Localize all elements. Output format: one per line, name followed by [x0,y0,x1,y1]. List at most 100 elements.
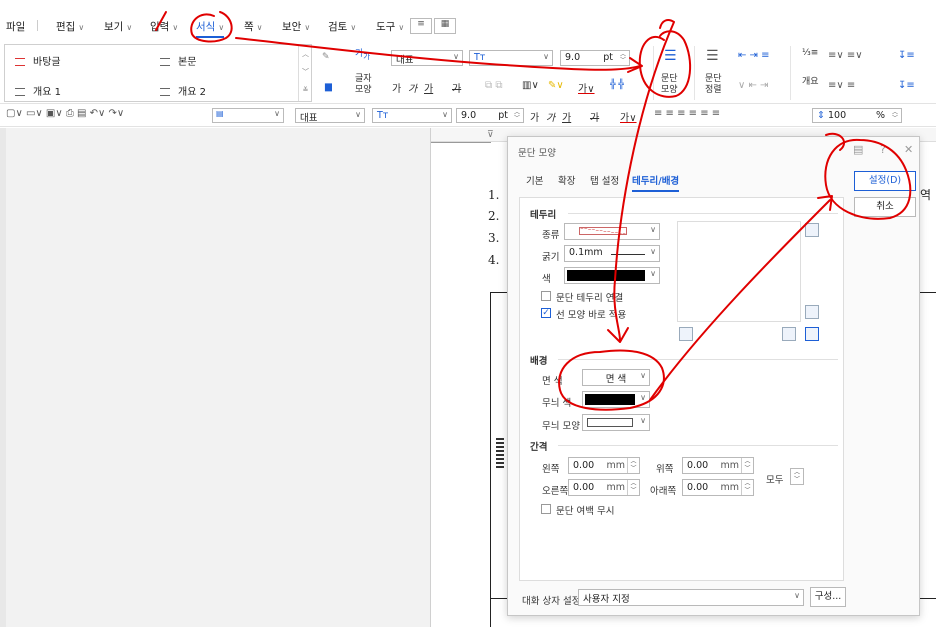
menu-page[interactable]: 쪽 ∨ [244,19,263,34]
menu-bar: 파일 편집 ∨ 보기 ∨ 입력 ∨ 서식 ∨ 쪽 ∨ 보안 ∨ 검토 ∨ 도구 ∨ ≡ ▦ [0,0,936,42]
indent-icons-2[interactable]: ∨ ⇤ ⇥ [738,80,768,91]
para-shape-icon[interactable]: ☰ [664,48,677,64]
top-spacing-input[interactable]: 0.00 mm ︿ ﹀ [682,457,754,474]
paragraph-shape-dialog: 문단 모양 ▤ ? ✕ 기본 확장 탭 설정 테두리/배경 설정(D) 취소 테… [507,136,920,616]
outline-char-icon[interactable]: ▥∨ [522,80,539,91]
outline-button[interactable]: 개요 [802,74,819,87]
toolbar-file-icons[interactable]: ▢∨ ▭∨ ▣∨ ⎙ ▤ ↶∨ ↷∨ [6,108,124,119]
tb-bold[interactable]: 가 [530,109,539,124]
style-item-base[interactable]: 바탕글 [15,53,61,68]
dialog-memo-icon[interactable]: ▤ [853,143,863,156]
top-label: 위쪽 [656,464,674,475]
indent-icons[interactable]: ⇤ ⇥ ≡ [738,50,770,61]
para-shape-button[interactable]: 문단 모양 [661,74,678,96]
tab-extend[interactable]: 확장 [558,173,575,187]
superscript-icon[interactable]: ⧉ ⧉ [485,80,502,91]
style-edit-icon[interactable]: ✎ [322,52,330,62]
all-spacing-spinner[interactable]: ︿ ﹀ [790,468,804,485]
style-item-outline1[interactable]: 개요 1 [15,83,61,98]
list-number-1: 1. [488,188,500,202]
pattern-shape-select[interactable]: ∨ [582,414,650,431]
dialog-help-icon[interactable]: ? [880,143,886,156]
width-label: 굵기 [542,252,560,263]
quick-format-icon[interactable]: ≡ [410,18,432,34]
para-align-icon[interactable]: ☰ [706,48,719,64]
menu-review[interactable]: 검토 ∨ [328,19,356,34]
style-gallery-scroll[interactable]: ︿ ﹀ ≚ [298,45,312,101]
font-size-input[interactable]: 9.0 pt ︿ ﹀ [560,50,630,66]
strike-button[interactable]: 가 [452,80,461,95]
menu-view[interactable]: 보기 ∨ [104,19,132,34]
menu-edit[interactable]: 편집 ∨ [56,19,84,34]
char-shape-small-icon[interactable]: 가가 [355,46,370,62]
dialog-setting-select[interactable]: 사용자 지정 ∨ [578,589,804,606]
bold-button[interactable]: 가 [392,80,401,95]
style-list-select[interactable]: ▤ ∨ [212,108,284,123]
tb-underline[interactable]: 가 [562,109,571,124]
font-name-select[interactable]: Tт ∨ [469,50,553,66]
tab-stop-icon-2[interactable]: ↧≡ [898,80,915,91]
border-all-toggle[interactable] [805,327,819,341]
right-spacing-input[interactable]: 0.00 mm ︿ ﹀ [568,479,640,496]
cancel-button[interactable]: 취소 [854,197,916,217]
menu-format[interactable]: 서식 ∨ [196,19,225,38]
dialog-close-icon[interactable]: ✕ [904,143,913,156]
face-color-select[interactable]: 면 색 ∨ [582,369,650,386]
apply-line-checkbox[interactable]: ✓ [541,308,551,318]
vertical-ruler [0,128,6,627]
bg-section-title: 배경 [530,356,548,367]
tb-align-icons[interactable]: ≡ ≡ ≡ ≡ ≡ ≡ [654,108,720,119]
menu-security[interactable]: 보안 ∨ [282,19,310,34]
apply-line-label: 선 모양 바로 적용 [556,310,627,321]
line-type-select[interactable]: ∨ [564,223,660,240]
connect-checkbox[interactable] [541,291,551,301]
border-top-toggle[interactable] [805,223,819,237]
italic-button[interactable]: 가 [408,80,417,95]
compose-button[interactable]: 구성... [810,587,846,607]
ignore-margin-checkbox[interactable] [541,504,551,514]
ribbon: 바탕글 본문 개요 1 개요 2 ︿ ﹀ ≚ ▆ ✎ 가가 글자 모양 대표 ∨ Tт… [0,42,936,104]
bullet-icons[interactable]: ≡∨ ≡∨ [828,50,863,61]
menu-file[interactable]: 파일 [6,19,25,34]
numbering-icon[interactable]: ⅓≡ [802,48,818,58]
format-toolbar: ▢∨ ▭∨ ▣∨ ⎙ ▤ ↶∨ ↷∨ ▤ ∨ 대표 ∨ Tт ∨ 9.0 pt ︿ ﹀ 가 … [0,105,936,127]
line-spacing-input[interactable]: ⇕ 100% ︿ ﹀ [812,108,902,123]
font-color-icon[interactable]: 가∨ [578,80,595,95]
tab-border-bg[interactable]: 테두리/배경 [632,173,680,192]
border-color-select[interactable]: ∨ [564,267,660,284]
font-style-select[interactable]: 대표 ∨ [391,50,463,66]
list-icons[interactable]: ≡∨ ≡ [828,80,855,91]
border-preview [677,221,801,322]
tb-font-color[interactable]: 가∨ [620,109,637,124]
tb-strike[interactable]: 가 [590,109,599,124]
table-cell-text [496,438,504,468]
left-spacing-input[interactable]: 0.00 mm ︿ ﹀ [568,457,640,474]
line-width-select[interactable]: 0.1mm ∨ [564,245,660,262]
para-align-button[interactable]: 문단 정렬 [705,74,722,96]
tb-italic[interactable]: 가 [546,109,555,124]
table-icon[interactable]: ▦ [434,18,456,34]
set-button[interactable]: 설정(D) [854,171,916,191]
tab-stop-icon[interactable]: ↧≡ [898,50,915,61]
border-bottom-toggle[interactable] [805,305,819,319]
tb-font-name-select[interactable]: Tт ∨ [372,108,452,123]
style-folder-icon[interactable]: ▆ [325,82,332,92]
tb-font-size-input[interactable]: 9.0 pt ︿ ﹀ [456,108,524,123]
char-spacing-icon[interactable]: ╬ ╬ [610,80,624,90]
char-shape-button[interactable]: 글자 모양 [355,74,372,96]
border-right-toggle[interactable] [782,327,796,341]
pattern-color-select[interactable]: ∨ [582,391,650,408]
tab-basic[interactable]: 기본 [526,173,543,187]
style-item-body[interactable]: 본문 [160,53,196,68]
bottom-spacing-input[interactable]: 0.00 mm ︿ ﹀ [682,479,754,496]
table-border-left [490,292,491,627]
underline-button[interactable]: 가 [424,80,433,95]
menu-insert[interactable]: 입력 ∨ [150,19,178,34]
border-left-toggle[interactable] [679,327,693,341]
style-item-outline2[interactable]: 개요 2 [160,83,206,98]
list-number-3: 3. [488,231,500,245]
tb-font-style-select[interactable]: 대표 ∨ [295,108,365,123]
highlight-icon[interactable]: ✎∨ [548,80,564,91]
menu-tools[interactable]: 도구 ∨ [376,19,404,34]
tab-tabset[interactable]: 탭 설정 [590,173,619,187]
